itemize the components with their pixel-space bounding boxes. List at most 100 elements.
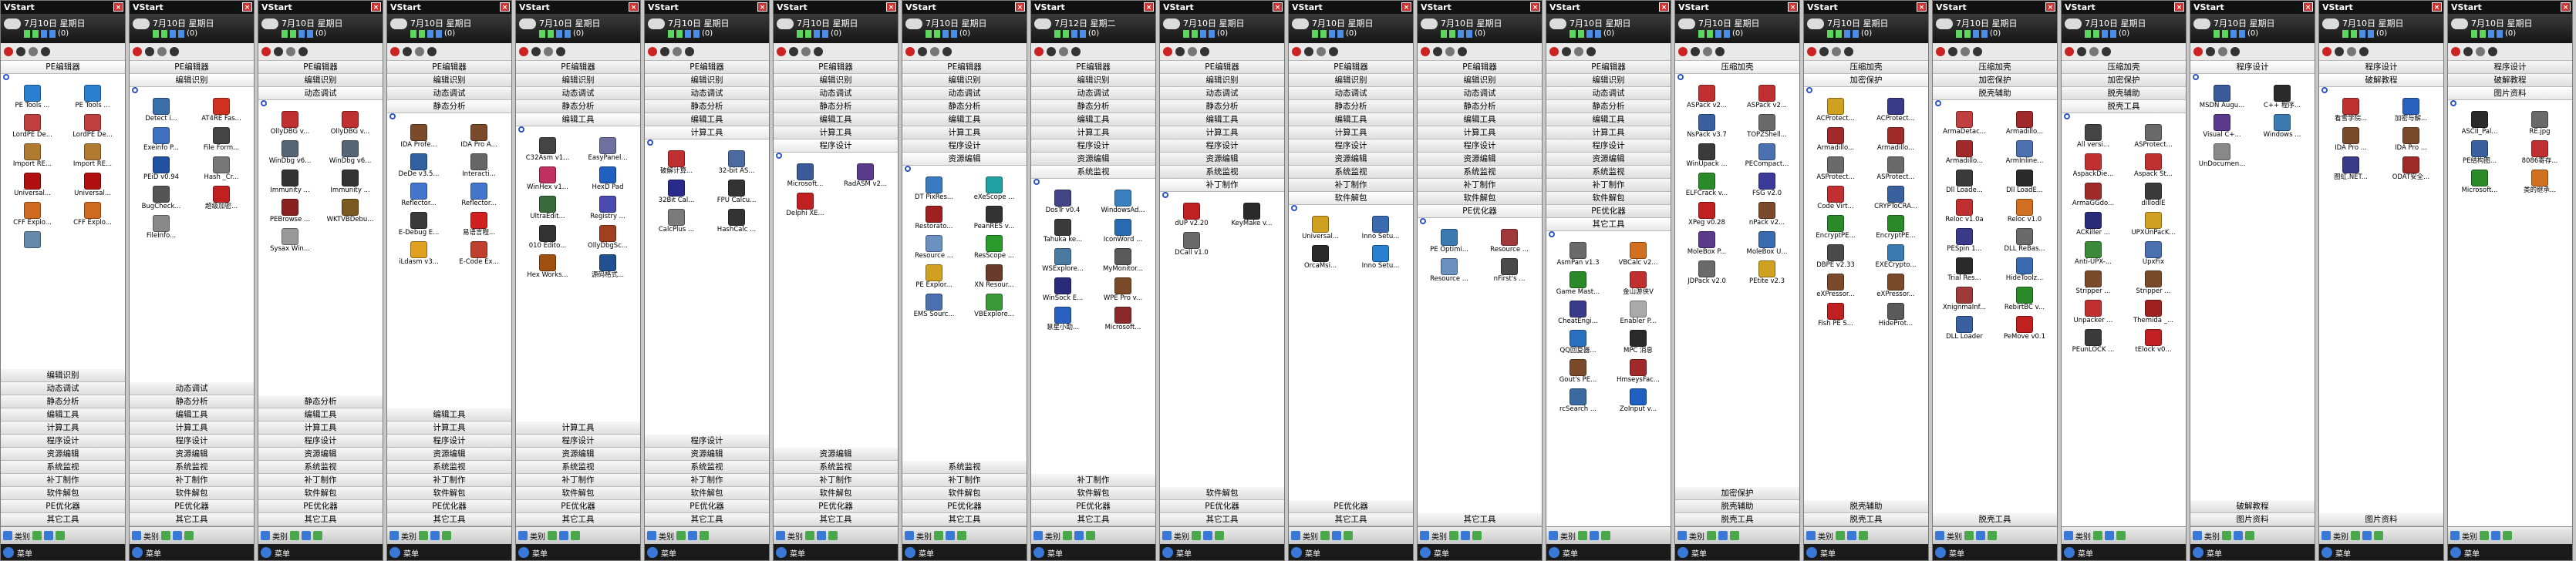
search-row[interactable] [1,74,125,82]
app-shortcut[interactable]: Armadillo... [1866,126,1926,155]
app-shortcut[interactable]: ACKiller ... [2063,210,2123,240]
category-label[interactable]: 类别 [272,530,288,542]
title-bar[interactable]: VStart × [2319,1,2443,14]
category-bar[interactable]: 补丁制作 [130,474,254,487]
category-bar[interactable]: PE优化器 [258,500,383,513]
add-icon[interactable] [2480,531,2489,540]
app-shortcut[interactable]: DeDe v3.5... [389,152,449,181]
signal-icon[interactable] [1964,30,1971,38]
category-bar[interactable]: 补丁制作 [1031,474,1155,487]
title-bar[interactable]: VStart × [1160,1,1284,14]
edit-icon[interactable] [1718,531,1728,540]
title-bar[interactable]: VStart × [774,1,898,14]
category-bar[interactable]: 程序设计 [387,435,511,448]
app-shortcut[interactable]: PeanRES v... [964,204,1024,233]
start-orb-icon[interactable] [261,547,271,558]
display-icon[interactable] [1981,30,1988,38]
app-shortcut[interactable]: UPXUnPacK... [2123,210,2183,240]
category-bar[interactable]: 补丁制作 [645,474,769,487]
start-orb-icon[interactable] [3,547,14,558]
category-bar[interactable]: 软件解包 [1,487,125,500]
app-shortcut[interactable]: Inno Setu... [1350,244,1411,273]
close-button[interactable]: × [1917,2,1927,12]
power-icon[interactable] [1936,47,1945,56]
category-bar[interactable]: 软件解包 [258,487,383,500]
category-bar[interactable]: 加密保护 [1804,74,1928,87]
display-icon[interactable] [565,30,571,38]
app-shortcut[interactable] [2,230,62,259]
app-shortcut[interactable]: PE Tools ... [62,83,123,113]
category-bar[interactable]: 系统监视 [645,461,769,474]
app-shortcut[interactable]: Stripper ... [2063,269,2123,298]
search-icon[interactable] [1677,74,1684,80]
power-icon[interactable] [777,47,786,56]
add-icon[interactable] [805,531,814,540]
app-shortcut[interactable]: NsPack v3.7 [1677,113,1737,142]
app-shortcut[interactable]: DT PixRes... [904,175,964,204]
category-bar[interactable]: PE编辑器 [1418,61,1542,74]
power-icon[interactable] [1034,47,1044,56]
category-bar[interactable]: 系统监视 [1160,166,1284,179]
start-orb-icon[interactable] [518,547,529,558]
close-button[interactable]: × [757,2,767,12]
search-row[interactable] [774,153,898,160]
app-shortcut[interactable]: Restorato... [904,204,964,233]
app-shortcut[interactable]: UpxFix [2123,240,2183,269]
app-shortcut[interactable]: Microsoft... [775,162,835,191]
category-bar[interactable]: 压缩加壳 [1804,61,1928,74]
app-shortcut[interactable]: PE Optimi... [1419,227,1479,257]
category-bar[interactable]: 程序设计 [645,435,769,448]
category-bar[interactable]: 系统监视 [130,461,254,474]
category-bar[interactable]: 静态分析 [387,100,511,113]
power-icon[interactable] [2193,47,2203,56]
app-shortcut[interactable]: HideToolz... [1994,256,2055,285]
category-bar[interactable]: 编辑识别 [516,74,640,87]
category-bar[interactable]: 系统监视 [774,461,898,474]
category-bar[interactable]: 程序设计 [516,435,640,448]
app-shortcut[interactable]: HmseysFac... [1608,358,1668,387]
category-icon[interactable] [776,531,785,540]
search-icon[interactable] [261,100,267,106]
app-shortcut[interactable]: Aspack St... [2123,152,2183,181]
title-bar[interactable]: VStart × [2190,1,2315,14]
category-bar[interactable]: 资源编辑 [645,448,769,461]
category-icon[interactable] [2193,531,2202,540]
title-bar[interactable]: VStart × [1675,1,1799,14]
category-bar[interactable]: 资源编辑 [516,448,640,461]
app-shortcut[interactable]: IconWord ... [1093,217,1153,247]
app-shortcut[interactable]: EMS Sourc... [904,292,964,321]
edit-icon[interactable] [173,531,182,540]
category-bar[interactable]: 编辑工具 [1160,113,1284,126]
category-label[interactable]: 类别 [1045,530,1060,542]
close-button[interactable]: × [2174,2,2184,12]
app-shortcut[interactable]: JDPack v2.0 [1677,259,1737,288]
category-bar[interactable]: PE优化器 [774,500,898,513]
add-icon[interactable] [1964,531,1974,540]
settings-icon[interactable] [801,47,811,56]
globe-icon[interactable] [1819,47,1829,56]
category-bar[interactable]: 其它工具 [387,513,511,526]
search-icon[interactable] [2064,113,2070,119]
category-bar[interactable]: 程序设计 [1418,139,1542,153]
category-bar[interactable]: 程序设计 [902,139,1027,153]
menu-label[interactable]: 菜单 [1949,547,1964,559]
app-shortcut[interactable]: WPE Pro v... [1093,276,1153,305]
app-shortcut[interactable]: IDA Profe... [389,123,449,152]
start-orb-icon[interactable] [1033,547,1044,558]
network-icon[interactable] [1715,30,1721,38]
app-shortcut[interactable]: FSG v2.0 [1737,171,1797,200]
app-shortcut[interactable]: ZoInput v... [1608,387,1668,416]
category-bar[interactable]: 动态调试 [1546,87,1671,100]
search-row[interactable] [1289,205,1413,213]
category-bar[interactable]: 编辑工具 [645,113,769,126]
app-shortcut[interactable]: PEtite v2.3 [1737,259,1797,288]
search-icon[interactable] [518,126,524,133]
category-icon[interactable] [2321,531,2331,540]
category-bar[interactable]: 资源编辑 [1418,153,1542,166]
category-bar[interactable]: PE优化器 [1,500,125,513]
edit-icon[interactable] [430,531,440,540]
power-icon[interactable] [1549,47,1559,56]
app-shortcut[interactable]: E-Debug E... [389,210,449,240]
category-bar[interactable]: 软件解包 [387,487,511,500]
category-bar[interactable]: 补丁制作 [1418,179,1542,192]
